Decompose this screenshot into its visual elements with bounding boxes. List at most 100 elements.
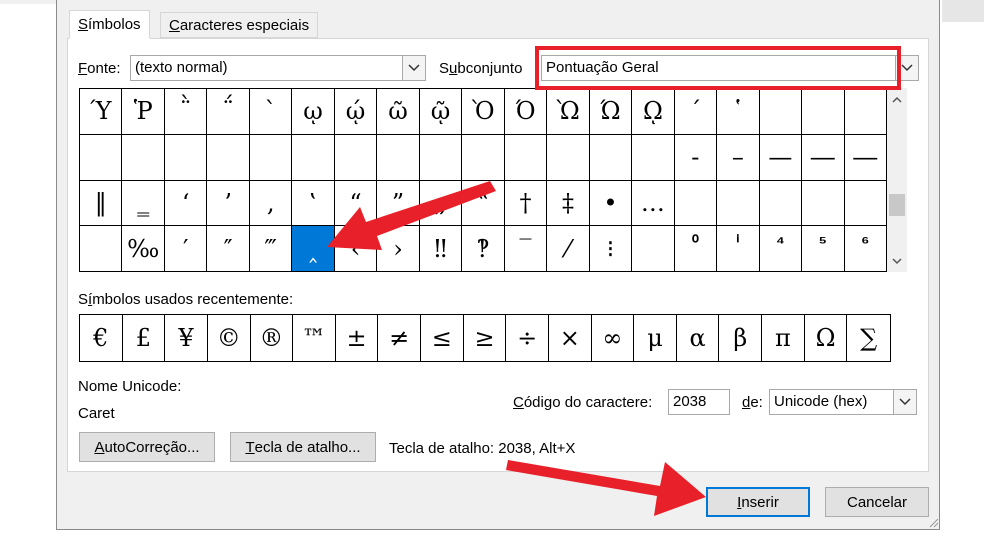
chevron-down-icon[interactable] [893, 390, 916, 414]
symbol-cell[interactable]: ― [802, 134, 845, 181]
symbol-cell[interactable]: ῴ [334, 89, 378, 135]
recent-symbol-cell[interactable]: £ [123, 315, 166, 361]
symbol-cell[interactable]: ‹ [334, 226, 378, 272]
symbol-cell[interactable] [802, 180, 845, 227]
symbol-cell[interactable]: ‡ [547, 180, 590, 227]
symbol-cell[interactable] [759, 180, 803, 227]
symbol-cell[interactable]: ‴ [249, 226, 293, 272]
symbol-cell[interactable]: ⁶ [844, 226, 887, 272]
recent-symbol-cell[interactable]: ± [336, 315, 379, 361]
symbol-cell[interactable] [844, 89, 887, 135]
chevron-up-icon[interactable] [887, 90, 907, 108]
recent-symbol-cell[interactable]: π [762, 315, 805, 361]
symbol-cell[interactable]: ″ [207, 226, 250, 272]
insert-button[interactable]: Inserir [706, 487, 810, 517]
symbol-cell[interactable]: † [504, 180, 548, 227]
shortcut-key-button[interactable]: Tecla de atalho... [230, 432, 376, 462]
recent-symbols-row[interactable]: € £ ¥ © ® ™ ± ≠ ≤ ≥ ÷ × ∞ μ α β π Ω ∑ [79, 314, 891, 362]
symbol-cell[interactable]: ῾ [717, 89, 760, 135]
symbol-cell[interactable] [292, 134, 335, 181]
symbol-cell[interactable]: Ύ [80, 89, 123, 135]
recent-symbol-cell[interactable]: μ [634, 315, 677, 361]
recent-symbol-cell[interactable]: € [80, 315, 123, 361]
symbol-cell[interactable] [802, 89, 845, 135]
symbol-cell[interactable] [462, 134, 505, 181]
chevron-down-icon[interactable] [887, 252, 907, 270]
symbol-cell[interactable]: ⁰ [674, 226, 718, 272]
symbol-cell[interactable]: › [377, 226, 420, 272]
recent-symbol-cell[interactable]: α [677, 315, 720, 361]
symbol-cell[interactable]: ⁝ [589, 226, 633, 272]
font-dropdown[interactable]: (texto normal) [130, 55, 426, 81]
symbol-cell[interactable] [80, 226, 123, 272]
symbol-cell[interactable]: ― [844, 134, 887, 181]
symbol-cell[interactable]: Ό [504, 89, 548, 135]
symbol-cell[interactable] [164, 134, 208, 181]
recent-symbol-cell[interactable]: ® [251, 315, 294, 361]
recent-symbol-cell[interactable]: β [719, 315, 763, 361]
recent-symbol-cell[interactable]: ∑ [847, 315, 890, 361]
from-dropdown[interactable]: Unicode (hex) [769, 389, 917, 415]
symbol-cell[interactable] [632, 226, 675, 272]
symbol-cell[interactable]: … [632, 180, 675, 227]
symbol-cell[interactable]: ` [249, 89, 293, 135]
symbol-cell[interactable]: • [589, 180, 633, 227]
symbol-cell[interactable] [122, 134, 165, 181]
symbol-cell[interactable] [717, 180, 760, 227]
char-code-input[interactable]: 2038 [668, 389, 730, 415]
symbol-cell[interactable]: ‐ [674, 134, 718, 181]
symbol-cell[interactable]: Ῥ [122, 89, 165, 135]
symbol-grid[interactable]: Ύ Ῥ ῭ ΅ ` ῳ ῴ ῶ ῷ Ὸ Ό Ὼ Ώ ῼ ´ ῾ ‐ – — ― ― ‖ ‗ ‘’ ‚ ‛ “” „ ‟ † ‡ •… ‰ ′ ″ ‴ ‸… [79, 88, 887, 272]
symbol-cell[interactable]: ‰ [122, 226, 165, 272]
symbol-cell[interactable]: „ [419, 180, 463, 227]
symbol-cell[interactable]: Ώ [589, 89, 633, 135]
recent-symbol-cell[interactable]: ≠ [378, 315, 422, 361]
resize-grip-icon[interactable] [927, 516, 939, 528]
symbol-cell[interactable]: ‖ [80, 180, 123, 227]
tab-special-characters[interactable]: Caracteres especiais [160, 12, 319, 38]
symbol-cell[interactable]: “ [334, 180, 378, 227]
symbol-cell[interactable]: Ὸ [462, 89, 505, 135]
symbol-cell[interactable] [419, 134, 463, 181]
symbol-cell-selected[interactable]: ‸ [292, 226, 335, 272]
symbol-cell[interactable] [80, 134, 123, 181]
symbol-cell[interactable]: ‚ [249, 180, 293, 227]
symbol-cell[interactable]: ’ [207, 180, 250, 227]
symbol-cell[interactable]: ‾ [504, 226, 548, 272]
recent-symbol-cell[interactable]: © [208, 315, 251, 361]
symbol-cell[interactable]: ‛ [292, 180, 335, 227]
cancel-button[interactable]: Cancelar [825, 487, 929, 517]
autocorrect-button[interactable]: AutoCorreção... [79, 432, 215, 462]
recent-symbol-cell[interactable]: × [549, 315, 592, 361]
recent-symbol-cell[interactable]: ¥ [165, 315, 208, 361]
symbol-cell[interactable] [632, 134, 675, 181]
subset-dropdown[interactable]: Pontuação Geral [541, 55, 919, 81]
symbol-cell[interactable] [377, 134, 420, 181]
symbol-cell[interactable]: ῭ [164, 89, 208, 135]
symbol-cell[interactable] [334, 134, 378, 181]
chevron-down-icon[interactable] [895, 56, 918, 80]
symbol-cell[interactable]: ‽ [462, 226, 505, 272]
chevron-down-icon[interactable] [402, 56, 425, 80]
symbol-cell[interactable]: – [717, 134, 760, 181]
symbol-cell[interactable]: — [759, 134, 803, 181]
symbol-cell[interactable]: ῶ [377, 89, 420, 135]
symbol-cell[interactable]: ´ [674, 89, 718, 135]
tab-symbols[interactable]: Símbolos [69, 10, 150, 39]
symbol-cell[interactable]: ῼ [632, 89, 675, 135]
symbol-cell[interactable]: ⁴ [759, 226, 803, 272]
symbol-cell[interactable]: ′ [164, 226, 208, 272]
scrollbar-thumb[interactable] [889, 194, 905, 216]
recent-symbol-cell[interactable]: ∞ [592, 315, 635, 361]
symbol-cell[interactable]: ῳ [292, 89, 335, 135]
symbol-cell[interactable] [547, 134, 590, 181]
recent-symbol-cell[interactable]: ÷ [506, 315, 549, 361]
symbol-cell[interactable] [504, 134, 548, 181]
symbol-cell[interactable] [249, 134, 293, 181]
symbol-cell[interactable]: ⁵ [802, 226, 845, 272]
symbol-cell[interactable]: ῷ [419, 89, 463, 135]
grid-scrollbar[interactable] [887, 88, 907, 272]
symbol-cell[interactable] [844, 180, 887, 227]
symbol-cell[interactable] [759, 89, 803, 135]
symbol-cell[interactable] [589, 134, 633, 181]
